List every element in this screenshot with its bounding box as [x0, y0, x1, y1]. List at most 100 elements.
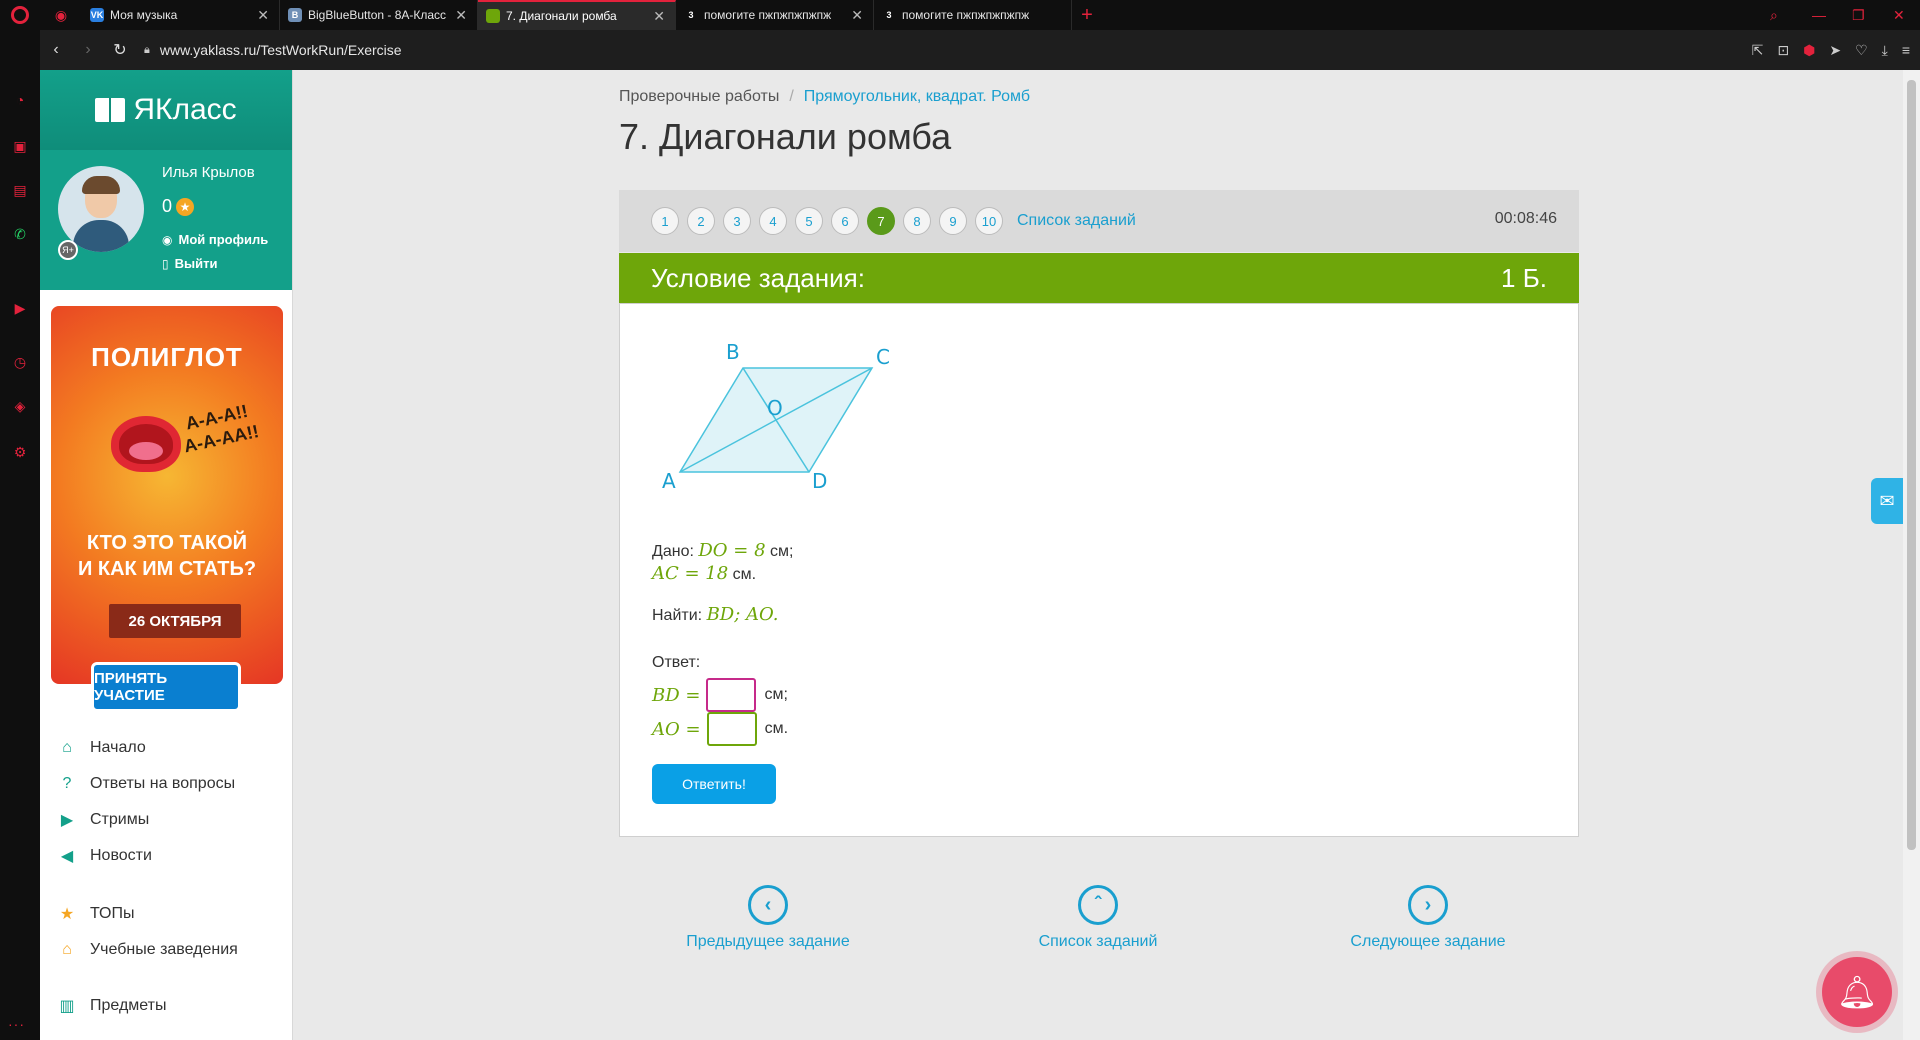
- restore-icon[interactable]: ❐: [1852, 0, 1865, 30]
- player-icon[interactable]: ▶: [10, 298, 30, 318]
- condition-body: A B C D O Дано: DO = 8 см; AC = 18 см. Н…: [619, 303, 1579, 837]
- minimize-icon[interactable]: —: [1812, 0, 1826, 30]
- close-window-icon[interactable]: ✕: [1893, 0, 1905, 30]
- yaklass-favicon-icon: [486, 9, 500, 23]
- browser-tab-3[interactable]: 3 помогите пжпжпжпжпж ✕: [676, 0, 874, 30]
- adblock-icon[interactable]: ⬢: [1803, 42, 1815, 59]
- sidebar-item-tops[interactable]: ★ ТОПы: [56, 896, 286, 932]
- given-do-unit: см;: [770, 543, 794, 560]
- task-list-bottom-link[interactable]: ˆ Список заданий: [998, 885, 1198, 951]
- cube-icon[interactable]: ◈: [10, 396, 30, 416]
- whatsapp-icon[interactable]: ✆: [10, 224, 30, 244]
- opera-logo-icon[interactable]: [0, 0, 40, 30]
- tab-close-icon[interactable]: ✕: [653, 8, 665, 25]
- tab-title: помогите пжпжпжпжпж: [902, 8, 1030, 22]
- feedback-mail-icon[interactable]: ✉: [1871, 478, 1903, 524]
- camera-icon[interactable]: ⊡: [1777, 42, 1789, 59]
- menu-icon[interactable]: ≡: [1902, 42, 1910, 58]
- lock-icon[interactable]: 🔒︎: [144, 44, 150, 57]
- send-icon[interactable]: ➤: [1829, 42, 1841, 59]
- profile-link[interactable]: ◉ Мой профиль: [162, 232, 268, 247]
- breadcrumb-root[interactable]: Проверочные работы: [619, 88, 779, 106]
- tab-title: помогите пжпжпжпжпж: [704, 8, 832, 22]
- sidebar-item-label: ТОПы: [90, 905, 135, 922]
- history-icon[interactable]: ◷: [10, 352, 30, 372]
- task-number-6[interactable]: 6: [831, 207, 859, 235]
- sidebar-item-news[interactable]: ◀ Новости: [56, 838, 286, 874]
- twitch-icon[interactable]: ▤: [10, 180, 30, 200]
- task-number-5[interactable]: 5: [795, 207, 823, 235]
- side-nav-subjects: ▥ Предметы: [56, 988, 286, 1024]
- tab-close-icon[interactable]: ✕: [851, 7, 863, 24]
- sidebar-item-home[interactable]: ⌂ Начало: [56, 730, 286, 766]
- task-number-2[interactable]: 2: [687, 207, 715, 235]
- submit-answer-button[interactable]: Ответить!: [652, 764, 776, 804]
- answer-ao-input[interactable]: [706, 712, 757, 746]
- gamepad-icon[interactable]: ◉: [40, 7, 82, 24]
- sidebar-item-answers[interactable]: ? Ответы на вопросы: [56, 766, 286, 802]
- task-number-9[interactable]: 9: [939, 207, 967, 235]
- star-icon: ★: [176, 197, 195, 216]
- label-b: B: [726, 340, 740, 364]
- task-number-4[interactable]: 4: [759, 207, 787, 235]
- answer-bd-label: BD =: [652, 684, 701, 706]
- task-number-1[interactable]: 1: [651, 207, 679, 235]
- sidebar-item-subjects[interactable]: ▥ Предметы: [56, 988, 286, 1024]
- avatar[interactable]: [58, 166, 144, 252]
- settings-icon[interactable]: ⚙: [10, 442, 30, 462]
- find-prefix: Найти:: [652, 607, 703, 624]
- answer-bd-input[interactable]: [706, 678, 757, 712]
- sidebar-item-label: Стримы: [90, 811, 150, 828]
- condition-title: Условие задания:: [651, 262, 865, 293]
- user-name[interactable]: Илья Крылов: [162, 164, 255, 181]
- logout-link-label: Выйти: [174, 256, 218, 271]
- scrollbar-thumb[interactable]: [1907, 80, 1916, 850]
- book-logo-icon: [95, 98, 126, 122]
- tab-title: BigBlueButton - 8А-Класс: [308, 8, 447, 22]
- back-icon[interactable]: ‹: [40, 41, 72, 59]
- notification-bell-icon[interactable]: 🔔︎: [1822, 957, 1892, 1027]
- book-icon: ▥: [59, 998, 75, 1015]
- star-icon: ★: [59, 906, 75, 923]
- task-number-10[interactable]: 10: [975, 207, 1003, 235]
- new-tab-icon[interactable]: +: [1072, 4, 1102, 27]
- user-icon: ◉: [162, 232, 173, 247]
- reload-icon[interactable]: ↻: [104, 40, 136, 60]
- site-sidebar: ЯКласс Я+ Илья Крылов 0 ★ ◉ Мой профиль …: [40, 70, 293, 1040]
- bag-icon[interactable]: ▣: [10, 136, 30, 156]
- ad-banner[interactable]: ПОЛИГЛОТ А-А-А!! А-А-АА!! КТО ЭТО ТАКОЙ …: [51, 306, 283, 684]
- task-number-3[interactable]: 3: [723, 207, 751, 235]
- find-block: Найти: BD; AO.: [652, 604, 778, 625]
- page-title: 7. Диагонали ромба: [619, 116, 952, 157]
- logout-link[interactable]: ▯ Выйти: [162, 256, 217, 271]
- speed-dial-icon[interactable]: ◔: [10, 90, 30, 110]
- news-icon: ◀: [60, 848, 74, 865]
- task-list-link[interactable]: Список заданий: [1017, 212, 1136, 230]
- prev-task-link[interactable]: ‹ Предыдущее задание: [668, 885, 868, 951]
- browser-tab-2[interactable]: 7. Диагонали ромба ✕: [478, 0, 676, 30]
- play-icon: ▶: [60, 812, 74, 829]
- ad-cta-button[interactable]: ПРИНЯТЬ УЧАСТИЕ: [91, 662, 241, 712]
- sidebar-item-schools[interactable]: ⌂ Учебные заведения: [56, 932, 286, 968]
- condition-header: Условие задания: 1 Б.: [619, 253, 1579, 303]
- task-number-7[interactable]: 7: [867, 207, 895, 235]
- page-scrollbar[interactable]: [1903, 70, 1920, 1040]
- tab-close-icon[interactable]: ✕: [455, 7, 467, 24]
- browser-tab-0[interactable]: VK Моя музыка ✕: [82, 0, 280, 30]
- tab-close-icon[interactable]: ✕: [257, 7, 269, 24]
- site-logo[interactable]: ЯКласс: [40, 70, 292, 150]
- download-icon[interactable]: ⤓: [1882, 42, 1888, 59]
- breadcrumb-current[interactable]: Прямоугольник, квадрат. Ромб: [804, 88, 1030, 106]
- browser-tab-4[interactable]: 3 помогите пжпжпжпжпж: [874, 0, 1072, 30]
- heart-icon[interactable]: ♡: [1855, 42, 1868, 59]
- url-field[interactable]: www.yaklass.ru/TestWorkRun/Exercise: [160, 42, 402, 58]
- search-tabs-icon[interactable]: ⌕: [1770, 0, 1778, 30]
- task-number-8[interactable]: 8: [903, 207, 931, 235]
- browser-tab-1[interactable]: B BigBlueButton - 8А-Класс ✕: [280, 0, 478, 30]
- next-task-link[interactable]: › Следующее задание: [1328, 885, 1528, 951]
- share-icon[interactable]: ⇱: [1752, 42, 1764, 59]
- points-value: 0: [162, 196, 173, 216]
- forward-icon[interactable]: ›: [72, 41, 104, 59]
- more-icon[interactable]: ···: [8, 1016, 25, 1032]
- sidebar-item-streams[interactable]: ▶ Стримы: [56, 802, 286, 838]
